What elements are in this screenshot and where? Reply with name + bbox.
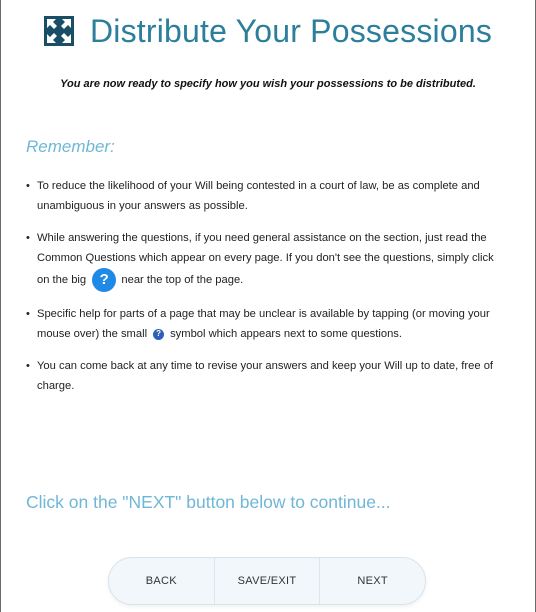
tip-text: symbol which appears next to some questi…	[170, 328, 403, 340]
page-title: Distribute Your Possessions	[89, 12, 493, 49]
list-item: To reduce the likelihood of your Will be…	[26, 176, 507, 216]
continue-prompt: Click on the "NEXT" button below to cont…	[26, 492, 391, 512]
save-exit-button[interactable]: SAVE/EXIT	[213, 558, 320, 604]
next-button[interactable]: NEXT	[319, 558, 425, 604]
tip-text: To reduce the likelihood of your Will be…	[37, 180, 480, 212]
arrows-expand-icon	[43, 16, 74, 46]
remember-heading: Remember:	[26, 137, 115, 156]
tip-text: near the top of the page.	[121, 273, 244, 286]
list-item: You can come back at any time to revise …	[26, 356, 507, 396]
list-item: Specific help for parts of a page that m…	[26, 304, 507, 344]
list-item: While answering the questions, if you ne…	[26, 228, 507, 292]
navigation-button-group: BACK SAVE/EXIT NEXT	[108, 557, 426, 605]
question-circle-icon[interactable]: ?	[153, 328, 165, 340]
intro-text: You are now ready to specify how you wis…	[60, 78, 476, 90]
page-frame: Distribute Your Possessions You are now …	[0, 0, 536, 612]
tip-text: You can come back at any time to revise …	[37, 360, 494, 392]
question-circle-icon[interactable]: ?	[92, 268, 117, 292]
page-header: Distribute Your Possessions	[1, 6, 535, 56]
back-button[interactable]: BACK	[109, 558, 214, 604]
tips-list: To reduce the likelihood of your Will be…	[26, 176, 507, 408]
